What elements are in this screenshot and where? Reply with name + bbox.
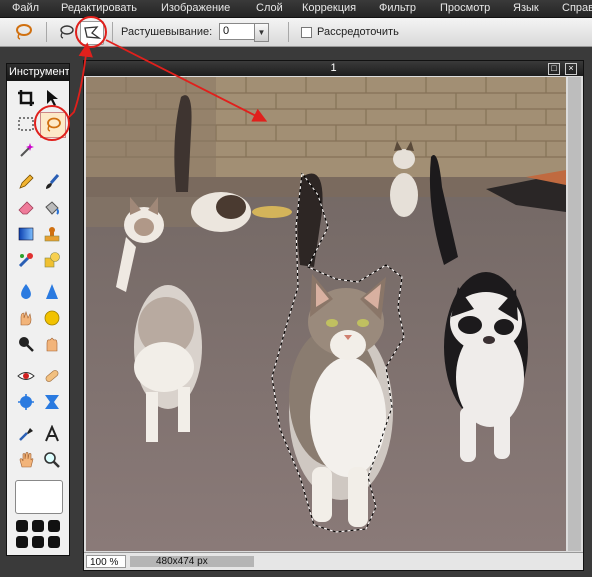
- freehand-lasso-icon[interactable]: [55, 21, 77, 43]
- menu-filter[interactable]: Фильтр: [379, 2, 416, 14]
- zoom-icon[interactable]: [40, 448, 64, 472]
- document-title: 1: [330, 62, 337, 74]
- feather-dropdown-button[interactable]: ▼: [254, 23, 269, 42]
- view-mode-button[interactable]: [16, 536, 28, 548]
- eraser-icon[interactable]: [14, 196, 38, 220]
- menu-view[interactable]: Просмотр: [440, 2, 490, 14]
- crop-icon[interactable]: [14, 86, 38, 110]
- magic-wand-icon[interactable]: [14, 138, 38, 162]
- options-separator: [288, 22, 289, 42]
- view-mode-button[interactable]: [48, 536, 60, 548]
- spot-heal-icon[interactable]: [40, 364, 64, 388]
- menu-image[interactable]: Изображение: [161, 2, 230, 14]
- view-mode-button[interactable]: [48, 520, 60, 532]
- options-separator: [112, 22, 113, 42]
- close-icon[interactable]: ×: [565, 63, 577, 75]
- tool-panel-title: Инструменты: [7, 64, 69, 81]
- status-bar: 100 % 480x474 px: [84, 552, 583, 570]
- brush-icon[interactable]: [40, 170, 64, 194]
- eyedropper-icon[interactable]: [14, 422, 38, 446]
- menu-layer[interactable]: Слой: [256, 2, 283, 14]
- menu-help[interactable]: Справ: [562, 2, 592, 14]
- stamp-icon[interactable]: [40, 222, 64, 246]
- view-mode-button[interactable]: [32, 536, 44, 548]
- shape-icon[interactable]: [40, 248, 64, 272]
- cat-photo[interactable]: [86, 77, 566, 551]
- view-mode-button[interactable]: [32, 520, 44, 532]
- polygon-lasso-icon[interactable]: [80, 21, 104, 45]
- gradient-icon[interactable]: [14, 222, 38, 246]
- bucket-icon[interactable]: [40, 196, 64, 220]
- antialias-label: Рассредоточить: [317, 26, 399, 38]
- color-swatch[interactable]: [15, 480, 63, 514]
- options-separator: [46, 22, 47, 42]
- feather-input[interactable]: 0: [219, 23, 258, 40]
- lasso-icon[interactable]: [40, 112, 66, 138]
- sponge-icon[interactable]: [40, 306, 64, 330]
- pinch-icon[interactable]: [40, 390, 64, 414]
- menu-adjustments[interactable]: Коррекция: [302, 2, 356, 14]
- options-bar: Растушевывание: 0 ▼ Рассредоточить: [0, 18, 592, 47]
- document-titlebar[interactable]: 1 □ ×: [84, 61, 583, 76]
- antialias-checkbox[interactable]: [301, 27, 312, 38]
- view-mode-button[interactable]: [16, 520, 28, 532]
- image-size-label: 480x474 px: [156, 556, 208, 567]
- text-icon[interactable]: [40, 422, 64, 446]
- lasso-tool-indicator-icon: [12, 21, 34, 43]
- maximize-icon[interactable]: □: [548, 63, 560, 75]
- blur-icon[interactable]: [14, 280, 38, 304]
- zoom-input[interactable]: 100 %: [86, 555, 126, 568]
- red-eye-icon[interactable]: [14, 364, 38, 388]
- marquee-icon[interactable]: [14, 112, 38, 136]
- menu-file[interactable]: Файл: [12, 2, 39, 14]
- move-icon[interactable]: [40, 86, 64, 110]
- menu-edit[interactable]: Редактировать: [61, 2, 137, 14]
- dodge-icon[interactable]: [14, 332, 38, 356]
- vertical-scrollbar[interactable]: [568, 77, 581, 551]
- sharpen-icon[interactable]: [40, 280, 64, 304]
- burn-icon[interactable]: [40, 332, 64, 356]
- color-replace-icon[interactable]: [14, 248, 38, 272]
- tool-panel: Инструменты: [6, 63, 70, 556]
- pencil-icon[interactable]: [14, 170, 38, 194]
- bloat-icon[interactable]: [14, 390, 38, 414]
- smudge-icon[interactable]: [14, 306, 38, 330]
- menu-bar: Файл Редактировать Изображение Слой Корр…: [0, 0, 592, 18]
- hand-icon[interactable]: [14, 448, 38, 472]
- feather-label: Растушевывание:: [121, 26, 213, 38]
- document-window: 1 □ × 100 % 480x474 px: [83, 60, 584, 571]
- menu-language[interactable]: Язык: [513, 2, 539, 14]
